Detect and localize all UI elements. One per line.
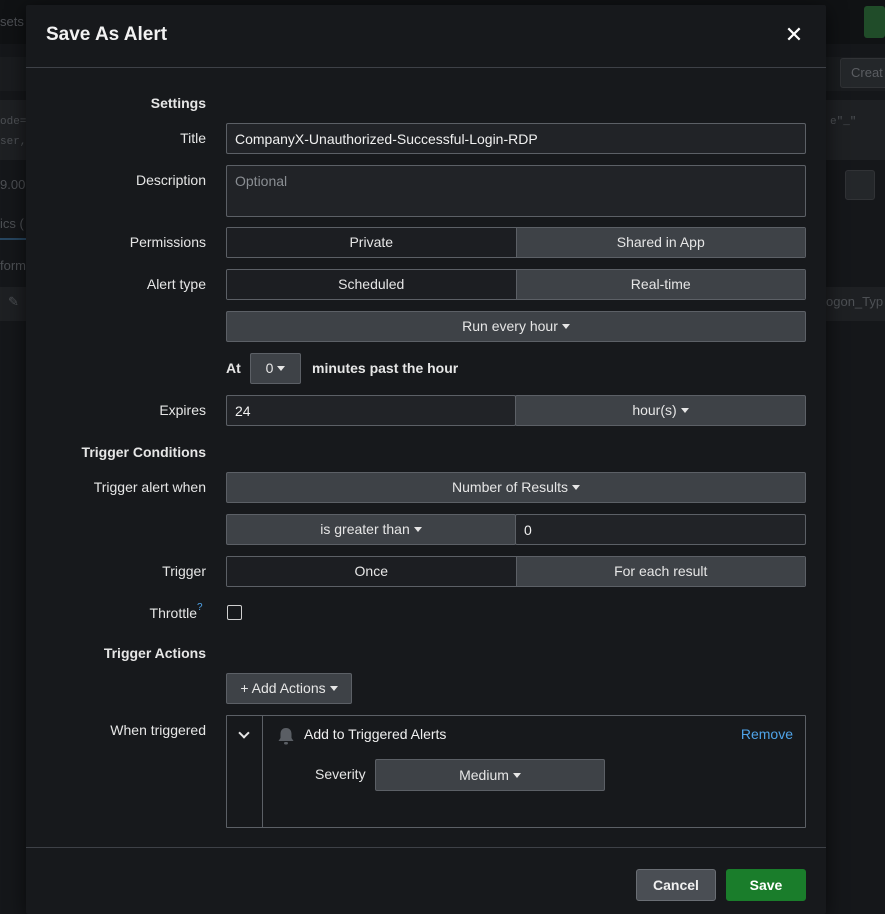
schedule-dropdown[interactable]: Run every hour	[226, 311, 806, 342]
permission-private-option[interactable]: Private	[227, 228, 516, 257]
trigger-when-label: Trigger alert when	[93, 479, 206, 495]
add-actions-label: + Add Actions	[240, 680, 326, 696]
description-label: Description	[135, 172, 206, 188]
cancel-button[interactable]: Cancel	[636, 869, 716, 901]
alert-type-label: Alert type	[146, 276, 206, 292]
trigger-condition-dropdown[interactable]: Number of Results	[226, 472, 806, 503]
alert-type-realtime-option[interactable]: Real-time	[515, 270, 805, 299]
trigger-conditions-heading: Trigger Conditions	[81, 444, 206, 460]
modal-header: Save As Alert ✕	[26, 5, 826, 68]
expires-input[interactable]	[226, 395, 516, 426]
description-textarea[interactable]	[226, 165, 806, 217]
title-label: Title	[180, 130, 206, 146]
title-input[interactable]	[226, 123, 806, 154]
remove-action-link[interactable]: Remove	[741, 726, 793, 742]
action-collapse-toggle[interactable]	[227, 716, 263, 827]
severity-dropdown[interactable]: Medium	[375, 759, 605, 791]
trigger-each-result-option[interactable]: For each result	[515, 557, 805, 586]
at-label: At	[226, 360, 241, 376]
trigger-label: Trigger	[162, 563, 206, 579]
chevron-down-icon	[561, 323, 570, 329]
expires-unit-dropdown[interactable]: hour(s)	[515, 395, 806, 426]
alert-type-scheduled-option[interactable]: Scheduled	[227, 270, 516, 299]
minutes-dropdown[interactable]: 0	[250, 353, 301, 384]
permissions-toggle: Private Shared in App	[226, 227, 806, 258]
chevron-down-icon	[680, 407, 689, 413]
modal-footer: Cancel Save	[26, 847, 826, 914]
settings-heading: Settings	[150, 95, 206, 111]
bell-icon	[278, 728, 294, 745]
chevron-down-icon	[329, 685, 338, 691]
trigger-condition-label: Number of Results	[452, 479, 568, 495]
action-name: Add to Triggered Alerts	[304, 726, 447, 742]
add-actions-button[interactable]: + Add Actions	[226, 673, 352, 704]
permissions-label: Permissions	[129, 234, 206, 250]
comparison-value-input[interactable]	[515, 514, 806, 545]
chevron-down-icon	[413, 526, 422, 532]
when-triggered-label: When triggered	[110, 722, 206, 738]
chevron-down-icon	[238, 727, 250, 739]
comparison-label: is greater than	[320, 521, 410, 537]
minutes-suffix-text: minutes past the hour	[312, 360, 459, 376]
comparison-dropdown[interactable]: is greater than	[226, 514, 516, 545]
alert-type-toggle: Scheduled Real-time	[226, 269, 806, 300]
severity-label: Severity	[315, 766, 366, 782]
close-icon[interactable]: ✕	[784, 25, 804, 47]
chevron-down-icon	[571, 484, 580, 490]
severity-dropdown-label: Medium	[459, 767, 509, 783]
throttle-label: Throttle	[149, 605, 197, 621]
modal-title: Save As Alert	[46, 24, 168, 45]
throttle-checkbox[interactable]	[227, 605, 242, 620]
chevron-down-icon	[512, 772, 521, 778]
permission-shared-option[interactable]: Shared in App	[515, 228, 805, 257]
minutes-dropdown-label: 0	[265, 360, 274, 376]
expires-label: Expires	[159, 402, 206, 418]
save-as-alert-modal: Save As Alert ✕ Settings Title Descripti…	[26, 5, 826, 914]
triggered-action-panel: Add to Triggered Alerts Remove Severity …	[226, 715, 806, 828]
expires-unit-label: hour(s)	[632, 402, 677, 418]
help-icon[interactable]: ?	[197, 602, 203, 613]
trigger-toggle: Once For each result	[226, 556, 806, 587]
schedule-dropdown-label: Run every hour	[462, 318, 558, 334]
save-button[interactable]: Save	[726, 869, 806, 901]
trigger-actions-heading: Trigger Actions	[103, 645, 206, 661]
chevron-down-icon	[277, 365, 286, 371]
trigger-once-option[interactable]: Once	[227, 557, 516, 586]
